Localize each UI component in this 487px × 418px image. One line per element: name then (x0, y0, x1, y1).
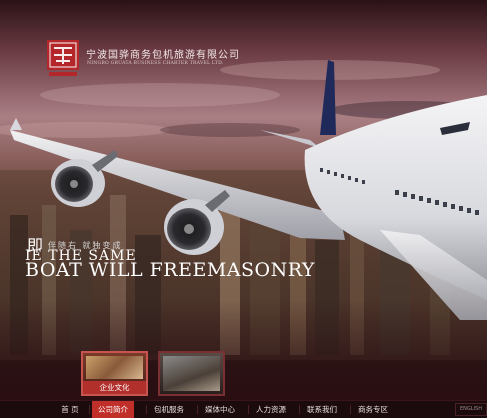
thumb-building[interactable] (158, 351, 225, 396)
nav-item-about[interactable]: 公司简介 (92, 401, 134, 418)
page: 宁波国骅商务包机旅游有限公司 NINGBO GRUATA BUSINESS CH… (0, 0, 487, 418)
thumb-image (86, 356, 143, 379)
nav-item-home[interactable]: 首 页 (52, 401, 88, 418)
thumb-corporate-culture[interactable]: 企业文化 (81, 351, 148, 396)
language-switch[interactable]: ENGLISH (455, 403, 487, 416)
main-nav: 首 页 公司简介 包机服务 媒体中心 人力资源 联系我们 商务专区 ENGLIS… (0, 400, 487, 418)
nav-item-media-center[interactable]: 媒体中心 (200, 401, 240, 418)
nav-divider (146, 405, 147, 414)
company-name-en: NINGBO GRUATA BUSINESS CHARTER TRAVEL LT… (87, 61, 224, 66)
nav-item-contact-us[interactable]: 联系我们 (302, 401, 342, 418)
nav-divider (89, 405, 90, 414)
nav-divider (197, 405, 198, 414)
company-logo-seal-icon (47, 40, 79, 76)
nav-item-charter-service[interactable]: 包机服务 (149, 401, 189, 418)
nav-divider (350, 405, 351, 414)
nav-divider (299, 405, 300, 414)
company-name-cn: 宁波国骅商务包机旅游有限公司 (86, 50, 240, 61)
thumb-image (163, 356, 220, 391)
nav-item-business-zone[interactable]: 商务专区 (353, 401, 393, 418)
nav-divider (248, 405, 249, 414)
slogan-line-2: BOAT WILL FREEMASONRY (25, 259, 315, 281)
thumb-caption: 企业文化 (83, 381, 146, 394)
nav-item-human-resources[interactable]: 人力资源 (251, 401, 291, 418)
